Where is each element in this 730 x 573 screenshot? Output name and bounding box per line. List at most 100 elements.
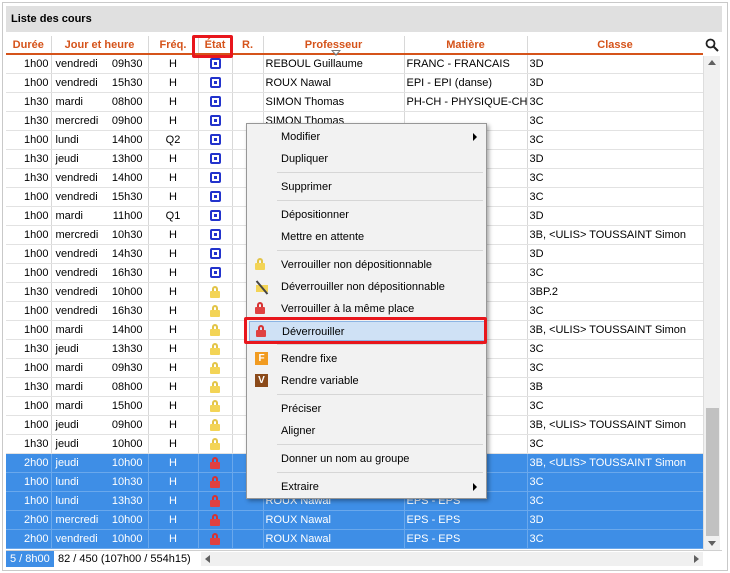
cell-etat bbox=[198, 282, 233, 302]
menu-item-modifier[interactable]: Modifier bbox=[249, 127, 485, 147]
unlock-red-icon bbox=[256, 325, 266, 337]
table-row[interactable]: 2h00 vendredi 10h00 H ROUX Nawal EPS - EPS 3C bbox=[6, 529, 703, 549]
lock-red-icon bbox=[210, 475, 220, 488]
cell-duree: 1h00 bbox=[6, 472, 52, 492]
cell-heure: 10h00 bbox=[111, 285, 143, 298]
cell-freq: H bbox=[148, 73, 199, 93]
cell-etat bbox=[198, 111, 233, 131]
variable-v-icon: V bbox=[255, 374, 268, 387]
panel-title: Liste des cours bbox=[6, 6, 722, 32]
menu-label: Déverrouiller bbox=[282, 326, 345, 338]
menu-label: Dépositionner bbox=[281, 209, 349, 221]
cell-jour-heure: vendredi 14h00 bbox=[51, 168, 149, 188]
col-header-matiere[interactable]: Matière bbox=[404, 36, 528, 55]
table-row[interactable]: 1h00 vendredi 15h30 H ROUX Nawal EPI - EPI (d… bbox=[6, 73, 703, 93]
unlock-slash-icon bbox=[255, 280, 269, 294]
col-header-duree[interactable]: Durée bbox=[6, 36, 52, 55]
cell-etat bbox=[198, 206, 233, 226]
cell-freq: H bbox=[148, 529, 199, 549]
lock-yellow-icon bbox=[210, 285, 220, 298]
status-unlocked-icon bbox=[209, 172, 221, 184]
cell-etat bbox=[198, 472, 233, 492]
cell-jour: mercredi bbox=[55, 228, 99, 241]
horizontal-scrollbar[interactable] bbox=[201, 552, 703, 566]
col-header-jour[interactable]: Jour et heure bbox=[51, 36, 149, 55]
scroll-thumb[interactable] bbox=[706, 408, 719, 536]
cell-jour-heure: mardi 09h30 bbox=[51, 358, 149, 378]
cell-jour-heure: vendredi 15h30 bbox=[51, 187, 149, 207]
menu-item-mettre-en-attente[interactable]: Mettre en attente bbox=[249, 227, 485, 247]
cell-freq: H bbox=[148, 491, 199, 511]
cell-etat bbox=[198, 434, 233, 454]
menu-item-rendre-variable[interactable]: V Rendre variable bbox=[249, 371, 485, 391]
cell-etat bbox=[198, 301, 233, 321]
cell-jour: jeudi bbox=[55, 437, 79, 450]
cell-freq: H bbox=[148, 111, 199, 131]
scroll-left-icon[interactable] bbox=[205, 555, 210, 563]
menu-label: Rendre fixe bbox=[281, 353, 338, 365]
search-icon[interactable] bbox=[703, 36, 721, 54]
cell-classe: 3B, <ULIS> TOUSSAINT Simon bbox=[527, 225, 703, 245]
cell-jour: mercredi bbox=[55, 513, 99, 526]
cell-freq: H bbox=[148, 358, 199, 378]
lock-red-icon bbox=[210, 456, 220, 469]
scroll-right-icon[interactable] bbox=[694, 555, 699, 563]
cell-duree: 1h30 bbox=[6, 282, 52, 302]
cell-duree: 2h00 bbox=[6, 529, 52, 549]
menu-item-rendre-fixe[interactable]: F Rendre fixe bbox=[249, 349, 485, 369]
menu-item-aligner[interactable]: Aligner bbox=[249, 421, 485, 441]
col-header-r[interactable]: R. bbox=[232, 36, 264, 55]
menu-item-verrouiller-non-depositionnable[interactable]: Verrouiller non dépositionnable bbox=[249, 255, 485, 275]
menu-label: Préciser bbox=[281, 403, 322, 415]
cell-jour: mardi bbox=[55, 323, 84, 336]
cell-classe: 3C bbox=[527, 263, 703, 283]
cell-professeur: ROUX Nawal bbox=[263, 529, 405, 549]
scroll-down-icon[interactable] bbox=[708, 541, 716, 546]
context-menu: Modifier Dupliquer Supprimer Dépositionn… bbox=[246, 123, 487, 499]
col-header-freq[interactable]: Fréq. bbox=[148, 36, 199, 55]
menu-item-depositionner[interactable]: Dépositionner bbox=[249, 205, 485, 225]
cell-jour: vendredi bbox=[55, 57, 98, 70]
menu-item-donner-nom-groupe[interactable]: Donner un nom au groupe bbox=[249, 449, 485, 469]
vertical-scrollbar[interactable] bbox=[703, 56, 720, 550]
cell-classe: 3C bbox=[527, 301, 703, 321]
menu-item-supprimer[interactable]: Supprimer bbox=[249, 177, 485, 197]
menu-item-preciser[interactable]: Préciser bbox=[249, 399, 485, 419]
menu-item-dupliquer[interactable]: Dupliquer bbox=[249, 149, 485, 169]
cell-r bbox=[232, 54, 264, 74]
cell-heure: 14h30 bbox=[111, 247, 143, 260]
menu-item-deverrouiller[interactable]: Déverrouiller bbox=[249, 321, 485, 341]
cell-duree: 1h00 bbox=[6, 491, 52, 511]
cell-heure: 10h30 bbox=[111, 475, 143, 488]
scroll-up-icon[interactable] bbox=[708, 60, 716, 65]
table-row[interactable]: 1h00 vendredi 09h30 H REBOUL Guillaume FRANC … bbox=[6, 54, 703, 74]
cell-etat bbox=[198, 225, 233, 245]
cell-heure: 13h30 bbox=[111, 342, 143, 355]
cell-duree: 1h00 bbox=[6, 187, 52, 207]
lock-red-icon bbox=[255, 302, 265, 314]
cell-heure: 08h00 bbox=[111, 95, 143, 108]
cell-heure: 15h00 bbox=[111, 399, 143, 412]
col-header-etat[interactable]: État bbox=[198, 36, 233, 55]
cell-jour-heure: vendredi 10h00 bbox=[51, 529, 149, 549]
cell-jour: mardi bbox=[55, 361, 84, 374]
menu-item-deverrouiller-non-depositionnable[interactable]: Déverrouiller non dépositionnable bbox=[249, 277, 485, 297]
cell-jour: jeudi bbox=[55, 418, 79, 431]
menu-item-verrouiller-meme-place[interactable]: Verrouiller à la même place bbox=[249, 299, 485, 319]
cell-classe: 3C bbox=[527, 472, 703, 492]
cell-classe: 3C bbox=[527, 434, 703, 454]
cell-duree: 1h00 bbox=[6, 244, 52, 264]
cell-etat bbox=[198, 339, 233, 359]
cell-duree: 1h00 bbox=[6, 396, 52, 416]
cell-etat bbox=[198, 130, 233, 150]
col-header-classe[interactable]: Classe bbox=[527, 36, 703, 55]
table-row[interactable]: 1h30 mardi 08h00 H SIMON Thomas PH-CH - PHYSI… bbox=[6, 92, 703, 112]
table-row[interactable]: 2h00 mercredi 10h00 H ROUX Nawal EPS - EPS 3D bbox=[6, 510, 703, 530]
cell-heure: 14h00 bbox=[111, 171, 143, 184]
menu-item-extraire[interactable]: Extraire bbox=[249, 477, 485, 497]
cell-jour: lundi bbox=[55, 133, 79, 146]
cell-etat bbox=[198, 415, 233, 435]
cell-matiere: EPI - EPI (danse) bbox=[404, 73, 528, 93]
cell-duree: 1h00 bbox=[6, 415, 52, 435]
cell-etat bbox=[198, 54, 233, 74]
